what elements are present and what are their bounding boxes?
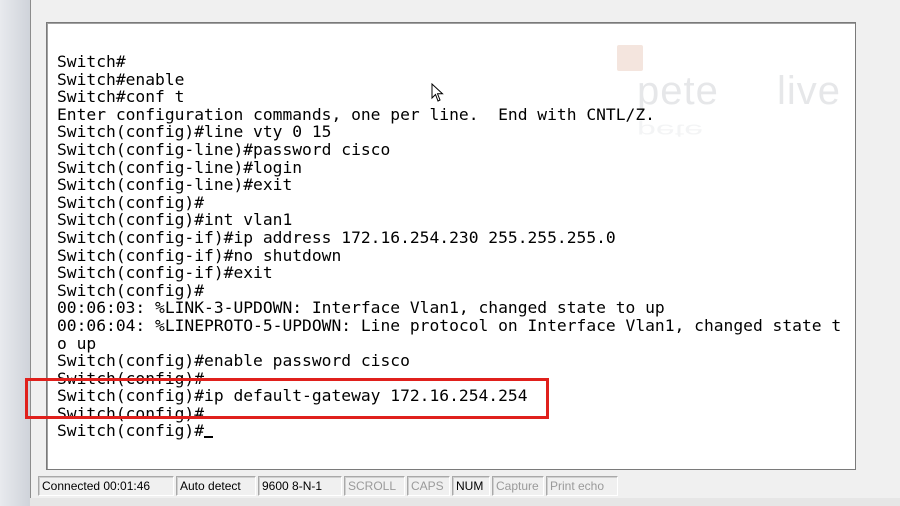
window-bottom-border [30,498,900,506]
terminal-line: Switch(config-if)#ip address 172.16.254.… [57,227,616,247]
text-cursor [204,423,214,439]
mouse-pointer-icon [431,83,444,102]
terminal-line: Switch(config)#enable password cisco [57,351,410,371]
status-auto-detect: Auto detect [176,476,256,496]
status-baud: 9600 8-N-1 [258,476,342,496]
terminal-line: Switch(config)# [57,192,205,212]
terminal-line: Switch(config-if)#exit [57,263,273,283]
terminal-prompt: Switch(config)# [57,421,205,441]
terminal-line: Switch(config)#line vty 0 15 [57,122,332,142]
terminal-line: o up [57,333,97,353]
terminal-line: Switch# [57,52,126,71]
status-bar: Connected 00:01:46 Auto detect 9600 8-N-… [38,474,900,498]
status-scroll: SCROLL [344,476,405,496]
highlight-annotation-box [25,378,549,419]
terminal-line: Switch(config-if)#no shutdown [57,245,342,265]
status-num: NUM [452,476,490,496]
status-connected: Connected 00:01:46 [38,476,174,496]
status-caps: CAPS [407,476,450,496]
terminal-line: Switch(config-line)#exit [57,175,293,195]
terminal-line: Switch(config)#int vlan1 [57,210,293,230]
desktop-edge [0,0,30,506]
terminal-prompt-line: Switch(config)# [57,422,841,440]
status-print-echo: Print echo [546,476,618,496]
terminal-line: Switch(config-line)#password cisco [57,139,391,159]
terminal-line: Switch#conf t [57,87,185,107]
terminal-line: Switch#enable [57,69,185,89]
terminal-line: 00:06:03: %LINK-3-UPDOWN: Interface Vlan… [57,298,665,318]
terminal-line: Enter configuration commands, one per li… [57,104,655,124]
terminal-line: Switch(config)# [57,280,205,300]
terminal-line: 00:06:04: %LINEPROTO-5-UPDOWN: Line prot… [57,315,842,335]
status-capture: Capture [492,476,544,496]
terminal-line: Switch(config-line)#login [57,157,303,177]
